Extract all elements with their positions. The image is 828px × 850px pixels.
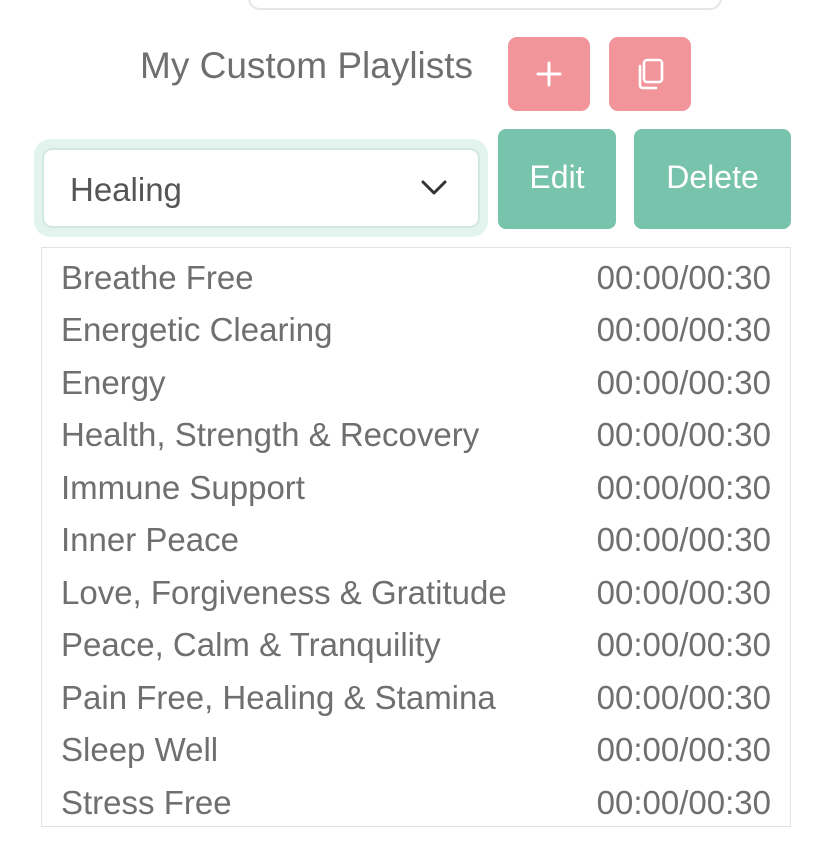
track-name: Sleep Well (61, 731, 219, 768)
track-time: 00:00/00:30 (596, 364, 771, 401)
track-name: Pain Free, Healing & Stamina (61, 679, 496, 716)
list-item[interactable]: Energetic Clearing 00:00/00:30 (42, 304, 790, 356)
list-item[interactable]: Love, Forgiveness & Gratitude 00:00/00:3… (42, 567, 790, 619)
track-time: 00:00/00:30 (596, 259, 771, 296)
list-item[interactable]: Sleep Well 00:00/00:30 (42, 724, 790, 776)
track-time: 00:00/00:30 (596, 731, 771, 768)
track-name: Energetic Clearing (61, 311, 333, 348)
list-item[interactable]: Immune Support 00:00/00:30 (42, 462, 790, 514)
playlist-panel: My Custom Playlists Healing Edit Delete … (0, 0, 828, 850)
list-item[interactable]: Pain Free, Healing & Stamina 00:00/00:30 (42, 672, 790, 724)
track-time: 00:00/00:30 (596, 521, 771, 558)
track-time: 00:00/00:30 (596, 679, 771, 716)
plus-icon (536, 61, 562, 87)
track-name: Immune Support (61, 469, 305, 506)
edit-button-label: Edit (529, 158, 585, 195)
track-name: Energy (61, 364, 166, 401)
page-title: My Custom Playlists (140, 45, 474, 86)
playlist-select[interactable]: Healing (42, 148, 480, 228)
track-time: 00:00/00:30 (596, 626, 771, 663)
list-item[interactable]: Stress Free 00:00/00:30 (42, 777, 790, 826)
playlist-select-value: Healing (70, 171, 182, 208)
track-time: 00:00/00:30 (596, 469, 771, 506)
track-name: Stress Free (61, 784, 232, 821)
track-name: Inner Peace (61, 521, 239, 558)
playlist-select-focus-ring: Healing (34, 139, 488, 237)
list-item[interactable]: Breathe Free 00:00/00:30 (42, 252, 790, 304)
edit-button[interactable]: Edit (498, 129, 616, 229)
copy-playlist-button[interactable] (609, 37, 691, 111)
track-time: 00:00/00:30 (596, 311, 771, 348)
list-item[interactable]: Peace, Calm & Tranquility 00:00/00:30 (42, 619, 790, 671)
track-time: 00:00/00:30 (596, 416, 771, 453)
track-name: Peace, Calm & Tranquility (61, 626, 441, 663)
track-time: 00:00/00:30 (596, 574, 771, 611)
add-playlist-button[interactable] (508, 37, 590, 111)
track-time: 00:00/00:30 (596, 784, 771, 821)
chevron-down-icon (421, 180, 447, 195)
list-item[interactable]: Energy 00:00/00:30 (42, 357, 790, 409)
list-item[interactable]: Inner Peace 00:00/00:30 (42, 514, 790, 566)
track-name: Health, Strength & Recovery (61, 416, 480, 453)
track-name: Love, Forgiveness & Gratitude (61, 574, 507, 611)
track-name: Breathe Free (61, 259, 254, 296)
delete-button[interactable]: Delete (634, 129, 791, 229)
top-input-field[interactable] (248, 0, 722, 10)
track-list: Breathe Free 00:00/00:30 Energetic Clear… (41, 247, 791, 827)
delete-button-label: Delete (666, 158, 759, 195)
copy-icon (638, 58, 664, 90)
list-item[interactable]: Health, Strength & Recovery 00:00/00:30 (42, 409, 790, 461)
